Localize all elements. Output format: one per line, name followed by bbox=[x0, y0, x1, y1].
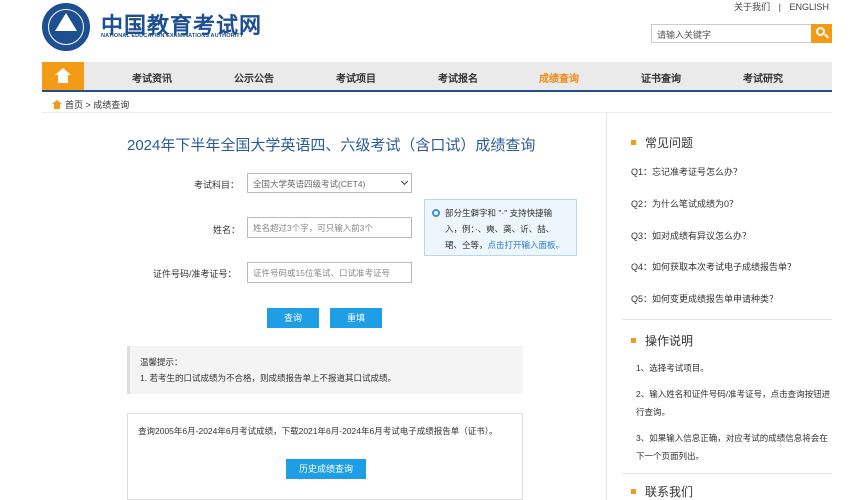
history-text: 查询2005年6月-2024年6月考试成绩，下载2021年6月-2024年6月考… bbox=[138, 426, 498, 436]
column-divider bbox=[606, 113, 607, 500]
faq-heading: 常见问题 bbox=[631, 134, 693, 151]
reset-button[interactable]: 重填 bbox=[330, 308, 382, 328]
sidebar-divider bbox=[622, 473, 832, 474]
chevron-down-icon bbox=[400, 177, 409, 186]
faq-item[interactable]: Q2：为什么笔试成绩为0？ bbox=[631, 197, 738, 210]
english-link[interactable]: ENGLISH bbox=[789, 2, 829, 12]
ops-step: 1、选择考试项目。 bbox=[636, 363, 709, 373]
ops-step: 2、输入姓名和证件号码/准考证号，点击查询按钮进行查询。 bbox=[636, 389, 831, 417]
ops-heading: 操作说明 bbox=[631, 332, 693, 349]
neea-logo-icon[interactable]: NEEA bbox=[42, 3, 90, 51]
search-input[interactable]: 请输入关键字 bbox=[651, 24, 812, 43]
page-title: 2024年下半年全国大学英语四、六级考试（含口试）成绩查询 bbox=[127, 137, 536, 154]
about-link[interactable]: 关于我们 bbox=[734, 2, 770, 12]
notice-text: 1. 若考生的口试成绩为不合格，则成绩报告单上不报道其口试成绩。 bbox=[140, 373, 396, 383]
id-input[interactable]: 证件号码或15位笔试、口试准考证号 bbox=[247, 262, 412, 283]
query-button[interactable]: 查询 bbox=[267, 308, 319, 328]
main-nav: 考试资讯 公示公告 考试项目 考试报名 成绩查询 证书查询 考试研究 bbox=[42, 62, 832, 92]
faq-item[interactable]: Q4：如何获取本次考试电子成绩报告单？ bbox=[631, 260, 796, 273]
sidebar-divider bbox=[622, 319, 832, 320]
divider bbox=[42, 112, 832, 113]
bullet-square-icon bbox=[631, 140, 636, 145]
tip-line-1: 部分生僻字和 "·" 支持快捷输 bbox=[445, 208, 553, 218]
top-links: 关于我们 | ENGLISH bbox=[731, 0, 832, 13]
nav-item-certificate-query[interactable]: 证书查询 bbox=[641, 70, 681, 85]
notice-box: 温馨提示： 1. 若考生的口试成绩为不合格，则成绩报告单上不报道其口试成绩。 bbox=[127, 346, 523, 394]
name-input[interactable]: 姓名超过3个字，可只输入前3个 bbox=[247, 217, 412, 238]
nav-item-score-query[interactable]: 成绩查询 bbox=[539, 70, 579, 85]
contact-heading: 联系我们 bbox=[631, 483, 693, 500]
home-icon bbox=[52, 100, 62, 109]
open-input-panel-link[interactable]: 点击打开输入面板。 bbox=[488, 240, 565, 250]
home-button[interactable] bbox=[42, 62, 84, 90]
faq-item[interactable]: Q5：如何变更成绩报告单申请种类？ bbox=[631, 292, 778, 305]
breadcrumb-text[interactable]: 首页 > 成绩查询 bbox=[65, 100, 129, 110]
history-query-button[interactable]: 历史成绩查询 bbox=[286, 459, 366, 479]
site-header: NEEA 中国教育考试网 NATIONAL EDUCATION EXAMINAT… bbox=[0, 0, 867, 62]
subject-label: 考试科目： bbox=[194, 180, 240, 190]
bullet-square-icon bbox=[631, 489, 636, 494]
nav-item-announcements[interactable]: 公示公告 bbox=[234, 70, 274, 85]
id-label: 证件号码/准考证号： bbox=[153, 269, 237, 279]
name-label: 姓名： bbox=[213, 225, 241, 235]
tip-line-3: 珺、仝等，点击打开输入面板。 bbox=[445, 240, 565, 250]
top-links-separator: | bbox=[778, 2, 781, 12]
radio-icon bbox=[432, 209, 440, 217]
nav-item-exam-news[interactable]: 考试资讯 bbox=[132, 70, 172, 85]
subject-select[interactable]: 全国大学英语四级考试(CET4) bbox=[247, 173, 412, 193]
logo-abbr: NEEA bbox=[54, 32, 78, 41]
nav-item-exam-projects[interactable]: 考试项目 bbox=[336, 70, 376, 85]
breadcrumb: 首页 > 成绩查询 bbox=[52, 98, 129, 111]
home-icon bbox=[55, 68, 71, 75]
ops-step: 3、如果输入信息正确，对应考试的成绩信息将会在下一个页面列出。 bbox=[636, 433, 828, 461]
search-button[interactable] bbox=[811, 24, 832, 43]
nav-item-exam-research[interactable]: 考试研究 bbox=[743, 70, 783, 85]
notice-title: 温馨提示： bbox=[140, 357, 183, 367]
nav-item-registration[interactable]: 考试报名 bbox=[438, 70, 478, 85]
bullet-square-icon bbox=[631, 338, 636, 343]
faq-item[interactable]: Q1：忘记准考证号怎么办？ bbox=[631, 165, 742, 178]
tip-line-2: 入，例：·、奭、䶮、䜣、喆、 bbox=[445, 224, 555, 234]
site-subtitle: NATIONAL EDUCATION EXAMINATIONS AUTHORIT… bbox=[101, 33, 244, 39]
faq-item[interactable]: Q3：如对成绩有异议怎么办？ bbox=[631, 229, 751, 242]
input-tip: 部分生僻字和 "·" 支持快捷输 入，例：·、奭、䶮、䜣、喆、 珺、仝等，点击打… bbox=[424, 199, 577, 256]
subject-select-value: 全国大学英语四级考试(CET4) bbox=[253, 179, 366, 189]
page: NEEA 中国教育考试网 NATIONAL EDUCATION EXAMINAT… bbox=[0, 0, 867, 500]
history-box: 查询2005年6月-2024年6月考试成绩，下载2021年6月-2024年6月考… bbox=[127, 413, 523, 500]
